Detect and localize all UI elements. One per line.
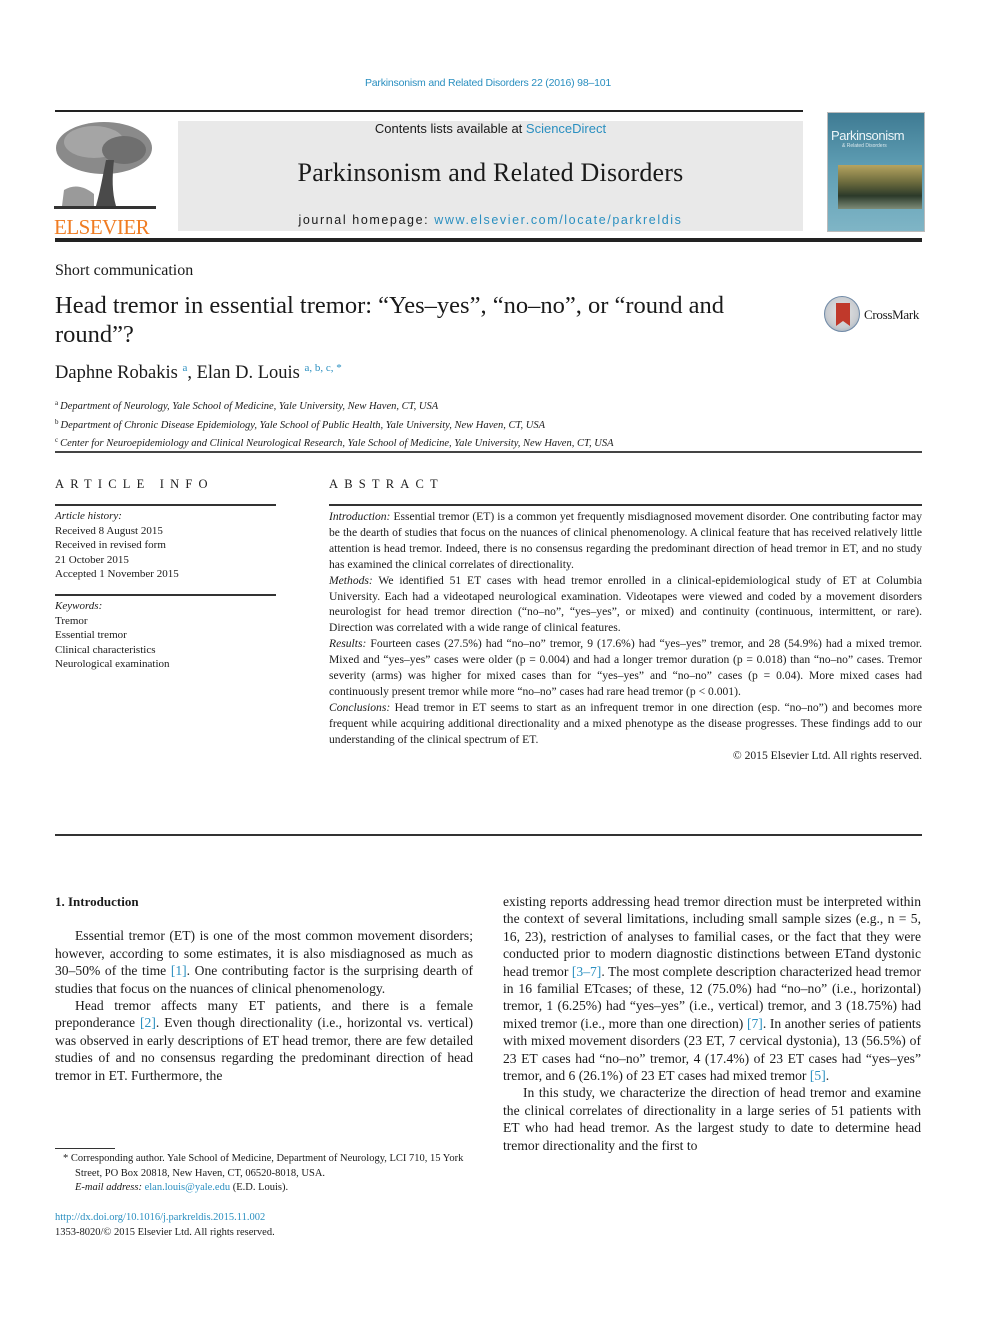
crossmark-ribbon-icon (836, 303, 850, 326)
reference-link[interactable]: [1] (171, 963, 187, 978)
abstract-section-label: Conclusions: (329, 700, 391, 714)
journal-citation-link[interactable]: Parkinsonism and Related Disorders 22 (2… (0, 77, 976, 89)
homepage-prefix: journal homepage: (298, 213, 435, 227)
abstract-rule (329, 504, 922, 506)
contents-line: Contents lists available at ScienceDirec… (178, 121, 803, 137)
keywords-label: Keywords: (55, 600, 103, 612)
abstract-section: Results: Fourteen cases (27.5%) had “no–… (329, 636, 922, 700)
history-item: Received 8 August 2015 (55, 524, 163, 537)
email-label: E-mail address: (75, 1182, 142, 1193)
affiliation-text: Department of Neurology, Yale School of … (60, 401, 439, 412)
author-affiliation-link[interactable]: a, b, c, * (304, 362, 341, 374)
affiliation-key: c (55, 436, 59, 444)
author-name: Daphne Robakis (55, 363, 178, 383)
crossmark-icon (824, 296, 860, 332)
right-paragraphs: existing reports addressing head tremor … (503, 893, 921, 1154)
corresponding-author-note: * Corresponding author. Yale School of M… (63, 1153, 464, 1179)
history-item: Accepted 1 November 2015 (55, 568, 179, 580)
keyword-item: Clinical characteristics (55, 643, 156, 656)
contents-prefix: Contents lists available at (374, 121, 526, 136)
keywords: Keywords: Tremor Essential tremor Clinic… (55, 599, 170, 672)
article-type: Short communication (55, 262, 194, 279)
header-thick-rule (55, 238, 922, 242)
cover-subtitle: & Related Disorders (842, 143, 887, 149)
email-link[interactable]: elan.louis@yale.edu (145, 1182, 230, 1193)
cover-title: Parkinsonism (831, 128, 905, 143)
journal-title: Parkinsonism and Related Disorders (297, 158, 684, 187)
left-paragraphs: Essential tremor (ET) is one of the most… (55, 927, 473, 1084)
affiliation-key: b (55, 417, 59, 426)
email-line: E-mail address: elan.louis@yale.edu (E.D… (55, 1181, 473, 1196)
abstract-section: Introduction: Essential tremor (ET) is a… (329, 509, 922, 573)
crossmark-button[interactable]: CrossMark (824, 296, 924, 336)
reference-link[interactable]: [5] (810, 1068, 826, 1083)
body-paragraph: Head tremor affects many ET patients, an… (55, 997, 473, 1084)
section-rule (55, 451, 922, 453)
footnote: * Corresponding author. Yale School of M… (55, 1152, 473, 1196)
keyword-item: Essential tremor (55, 629, 127, 641)
history-item: 21 October 2015 (55, 553, 129, 566)
paragraph-text: In this study, we characterize the direc… (503, 1085, 921, 1153)
abstract-copyright: © 2015 Elsevier Ltd. All rights reserved… (732, 748, 922, 762)
email-suffix: (E.D. Louis). (230, 1182, 289, 1193)
body-column-left: 1. Introduction Essential tremor (ET) is… (55, 893, 473, 1084)
article-info-rule (55, 594, 276, 596)
article-info-rule (55, 504, 276, 506)
abstract-section-label: Methods: (329, 573, 373, 587)
elsevier-tree-icon (54, 120, 156, 212)
body-paragraph: In this study, we characterize the direc… (503, 1084, 921, 1154)
body-paragraph: Essential tremor (ET) is one of the most… (55, 927, 473, 997)
abstract-section-text: Essential tremor (ET) is a common yet fr… (329, 510, 922, 571)
affiliation-text: Department of Chronic Disease Epidemiolo… (60, 419, 546, 431)
abstract-heading: ABSTRACT (329, 477, 444, 491)
reference-link[interactable]: [3–7] (572, 964, 601, 979)
affiliation-item: a Department of Neurology, Yale School of… (55, 396, 614, 415)
paragraph-text: . (825, 1068, 830, 1084)
keyword-item: Tremor (55, 614, 88, 627)
article-info-heading: ARTICLE INFO (55, 477, 214, 491)
history-label: Article history: (55, 510, 122, 522)
elsevier-wordmark: ELSEVIER (54, 215, 150, 239)
affiliation-item: b Department of Chronic Disease Epidemiol… (55, 415, 614, 434)
cover-painting (838, 165, 922, 209)
abstract-section-text: Head tremor in ET seems to start as an i… (329, 700, 922, 746)
article-title: Head tremor in essential tremor: “Yes–ye… (55, 292, 725, 348)
article-history: Article history: Received 8 August 2015 … (55, 509, 179, 582)
author-separator: , (187, 363, 197, 383)
doi-link[interactable]: http://dx.doi.org/10.1016/j.parkreldis.2… (55, 1211, 275, 1226)
affiliation-item: c Center for Neuroepidemiology and Clinic… (55, 433, 614, 452)
section-heading: 1. Introduction (55, 894, 139, 909)
body-column-right: existing reports addressing head tremor … (503, 893, 921, 1154)
sciencedirect-link[interactable]: ScienceDirect (526, 121, 606, 136)
history-item: Received in revised form (55, 539, 166, 551)
affiliation-key: a (55, 399, 59, 407)
doi-block: http://dx.doi.org/10.1016/j.parkreldis.2… (55, 1211, 275, 1240)
journal-cover-image[interactable]: Parkinsonism & Related Disorders (827, 112, 925, 232)
abstract-body: Introduction: Essential tremor (ET) is a… (329, 509, 922, 764)
elsevier-logo[interactable]: ELSEVIER (54, 120, 156, 238)
body-paragraph: existing reports addressing head tremor … (503, 893, 921, 1084)
author-name: Elan D. Louis (196, 363, 300, 383)
abstract-section-text: We identified 51 ET cases with head trem… (329, 573, 922, 635)
crossmark-label: CrossMark (864, 307, 920, 322)
abstract-section: Conclusions: Head tremor in ET seems to … (329, 700, 922, 748)
journal-banner: Contents lists available at ScienceDirec… (178, 121, 803, 231)
abstract-section-text: Fourteen cases (27.5%) had “no–no” tremo… (329, 637, 922, 698)
abstract-section: Methods: We identified 51 ET cases with … (329, 573, 922, 637)
keyword-item: Neurological examination (55, 658, 170, 670)
homepage-line: journal homepage: www.elsevier.com/locat… (178, 213, 803, 227)
header-rule (55, 110, 803, 112)
journal-homepage-link[interactable]: www.elsevier.com/locate/parkreldis (434, 213, 682, 227)
issn-copyright: 1353-8020/© 2015 Elsevier Ltd. All right… (55, 1226, 275, 1238)
reference-link[interactable]: [2] (140, 1015, 156, 1030)
abstract-bottom-rule (55, 834, 922, 836)
affiliation-text: Center for Neuroepidemiology and Clinica… (60, 438, 614, 449)
author-list: Daphne Robakis a, Elan D. Louis a, b, c,… (55, 362, 342, 384)
affiliations: a Department of Neurology, Yale School of… (55, 396, 614, 452)
abstract-section-label: Introduction: (329, 510, 391, 523)
reference-link[interactable]: [7] (747, 1016, 763, 1031)
abstract-section-label: Results: (329, 637, 367, 651)
footnote-rule (55, 1148, 115, 1149)
